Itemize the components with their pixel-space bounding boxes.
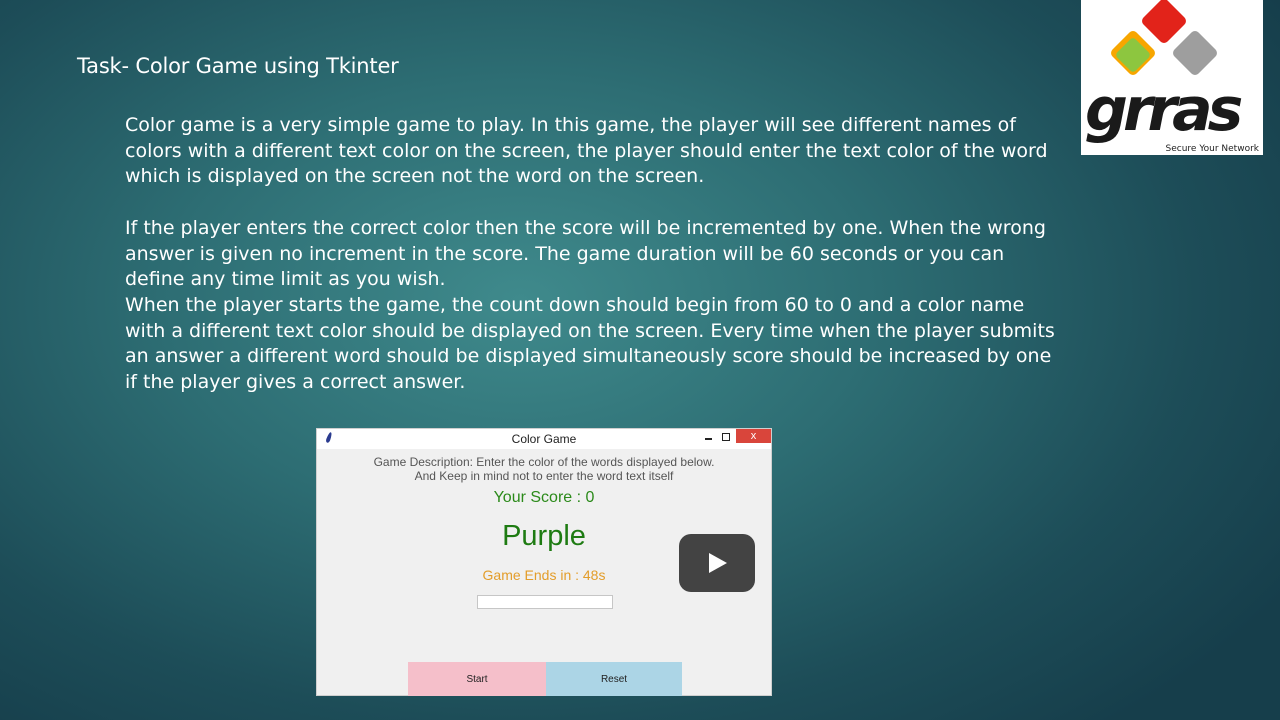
slide-body: Color game is a very simple game to play… <box>125 113 1055 396</box>
color-game-window: Color Game x Game Description: Enter the… <box>316 428 772 696</box>
logo-tagline: Secure Your Network <box>1165 144 1259 154</box>
grras-logo: grras Secure Your Network <box>1081 0 1263 155</box>
slide-title: Task- Color Game using Tkinter <box>77 54 399 78</box>
start-button[interactable]: Start <box>408 662 546 696</box>
answer-input[interactable] <box>477 595 613 609</box>
paragraph-scoring: If the player enters the correct color t… <box>125 216 1046 291</box>
paragraph-countdown: When the player starts the game, the cou… <box>125 293 1055 394</box>
score-label: Your Score : 0 <box>493 489 595 506</box>
reset-button[interactable]: Reset <box>546 662 682 696</box>
description-line-2: And Keep in mind not to enter the word t… <box>414 469 674 483</box>
close-button[interactable]: x <box>736 429 771 443</box>
logo-wordmark: grras <box>1085 75 1243 145</box>
game-description: Game Description: Enter the color of the… <box>317 455 771 483</box>
paragraph-intro: Color game is a very simple game to play… <box>125 114 1048 188</box>
description-line-1: Game Description: Enter the color of the… <box>373 455 715 469</box>
video-play-button[interactable] <box>679 534 755 592</box>
minimize-button[interactable] <box>703 429 717 447</box>
play-icon <box>709 553 727 573</box>
maximize-button[interactable] <box>719 429 733 447</box>
window-titlebar: Color Game x <box>317 429 771 449</box>
